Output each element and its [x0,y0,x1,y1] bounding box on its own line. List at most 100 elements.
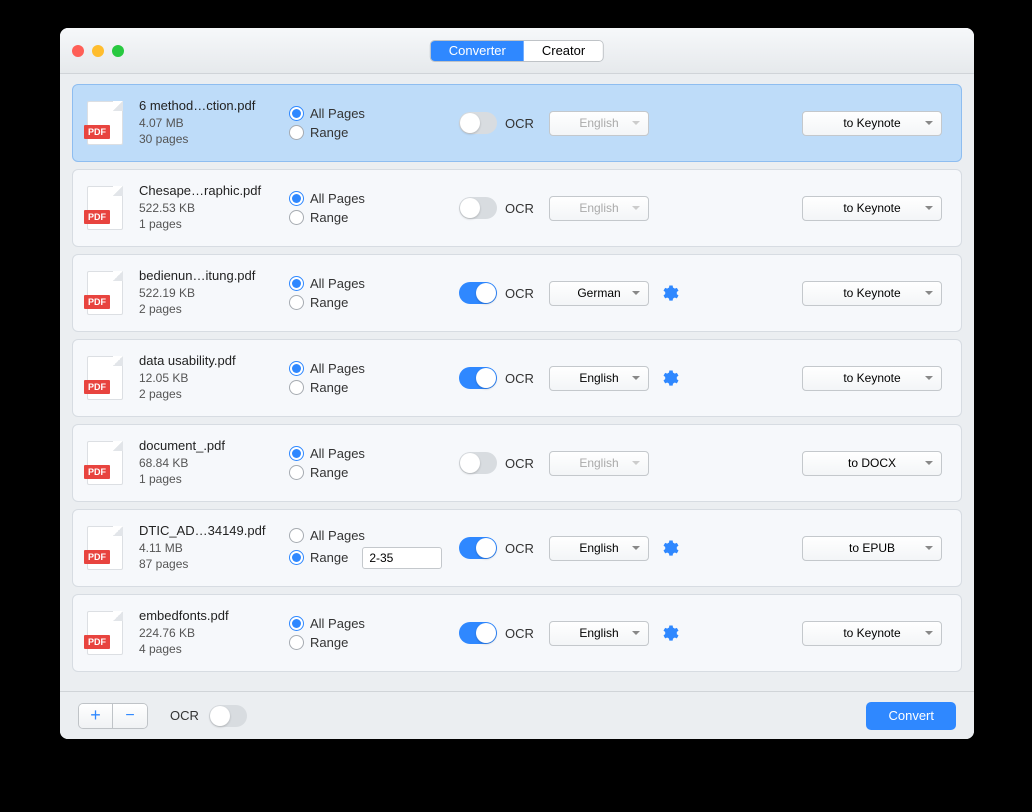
ocr-label: OCR [505,456,534,471]
pdf-badge: PDF [84,635,110,649]
pdf-badge: PDF [84,550,110,564]
table-row[interactable]: PDFembedfonts.pdf224.76 KB4 pagesAll Pag… [72,594,962,672]
format-select[interactable]: to Keynote [802,111,942,136]
format-select[interactable]: to Keynote [802,196,942,221]
radio-all-pages[interactable]: All Pages [289,361,459,376]
language-select[interactable]: German [549,281,649,306]
file-info: data usability.pdf 12.05 KB 2 pages [139,353,289,403]
footer-ocr-group: OCR [170,705,247,727]
pdf-badge: PDF [84,465,110,479]
range-input[interactable] [362,547,442,569]
pdf-badge: PDF [84,125,110,139]
maximize-icon[interactable] [112,45,124,57]
radio-range[interactable]: Range [289,125,459,140]
ocr-toggle[interactable] [459,367,497,389]
table-row[interactable]: PDFdocument_.pdf68.84 KB1 pagesAll Pages… [72,424,962,502]
format-group: to Keynote [802,281,947,306]
file-info: 6 method…ction.pdf4.07 MB30 pages [139,98,289,148]
pages-options: All Pages Range [289,272,459,314]
file-name: Chesape…raphic.pdf [139,183,289,198]
convert-button[interactable]: Convert [866,702,956,730]
gear-icon[interactable] [659,538,679,558]
footer-ocr-toggle[interactable] [209,705,247,727]
radio-range[interactable]: Range [289,210,459,225]
ocr-toggle[interactable] [459,452,497,474]
language-select[interactable]: English [549,536,649,561]
ocr-toggle[interactable] [459,197,497,219]
radio-range[interactable]: Range [289,465,459,480]
tab-converter[interactable]: Converter [431,41,524,61]
format-group: to Keynote [802,196,947,221]
table-row[interactable]: PDF DTIC_AD…34149.pdf4.11 MB87 pagesAll P… [72,509,962,587]
gear-icon[interactable] [659,283,679,303]
table-row[interactable]: PDF 6 method…ction.pdf4.07 MB30 pagesAll … [72,84,962,162]
file-name: data usability.pdf [139,353,289,368]
minimize-icon[interactable] [92,45,104,57]
app-window: Converter Creator PDF 6 method…ction.pdf4… [60,28,974,739]
titlebar: Converter Creator [60,28,974,74]
window-controls [72,45,124,57]
radio-all-pages[interactable]: All Pages [289,528,459,543]
table-row[interactable]: PDF bedienun…itung.pdf522.19 KB2 pagesAll… [72,254,962,332]
format-select[interactable]: to DOCX [802,451,942,476]
ocr-group: OCR [459,197,549,219]
file-name: document_.pdf [139,438,289,453]
format-select[interactable]: to Keynote [802,366,942,391]
table-row[interactable]: PDF data usability.pdf 12.05 KB 2 pagesAll … [72,339,962,417]
format-select[interactable]: to Keynote [802,621,942,646]
footer-ocr-label: OCR [170,708,199,723]
file-pages: 2 pages [139,387,289,401]
ocr-label: OCR [505,626,534,641]
close-icon[interactable] [72,45,84,57]
language-select[interactable]: English [549,366,649,391]
pdf-badge: PDF [84,210,110,224]
gear-icon[interactable] [659,368,679,388]
radio-all-pages[interactable]: All Pages [289,446,459,461]
gear-icon[interactable] [659,623,679,643]
pages-options: All Pages Range [289,357,459,399]
ocr-label: OCR [505,201,534,216]
ocr-toggle[interactable] [459,112,497,134]
radio-range[interactable]: Range [289,635,459,650]
pdf-badge: PDF [84,380,110,394]
pdf-file-icon: PDF [87,186,123,230]
remove-button[interactable]: − [113,704,147,728]
radio-all-pages[interactable]: All Pages [289,191,459,206]
format-group: to Keynote [802,621,947,646]
ocr-group: OCR [459,537,549,559]
format-group: to EPUB [802,536,947,561]
radio-range[interactable]: Range [289,547,459,569]
format-group: to Keynote [802,111,947,136]
file-info: DTIC_AD…34149.pdf4.11 MB87 pages [139,523,289,573]
file-pages: 1 pages [139,217,289,231]
radio-all-pages[interactable]: All Pages [289,106,459,121]
add-button[interactable]: + [79,704,113,728]
format-select[interactable]: to Keynote [802,281,942,306]
file-info: Chesape…raphic.pdf522.53 KB1 pages [139,183,289,233]
pages-options: All Pages Range [289,187,459,229]
file-size: 12.05 KB [139,371,289,385]
language-select[interactable]: English [549,621,649,646]
tab-creator[interactable]: Creator [524,41,603,61]
radio-range[interactable]: Range [289,380,459,395]
radio-all-pages[interactable]: All Pages [289,616,459,631]
table-row[interactable]: PDF Chesape…raphic.pdf522.53 KB1 pagesAll… [72,169,962,247]
file-name: bedienun…itung.pdf [139,268,289,283]
format-select[interactable]: to EPUB [802,536,942,561]
radio-range[interactable]: Range [289,295,459,310]
pdf-file-icon: PDF [87,441,123,485]
ocr-group: OCR [459,282,549,304]
file-list[interactable]: PDF6 method…ction.pdf4.07 MB30 pagesAll … [60,74,974,691]
pdf-file-icon: PDF [87,271,123,315]
language-group: English [549,536,699,561]
ocr-label: OCR [505,116,534,131]
pdf-file-icon: PDF [87,526,123,570]
radio-all-pages[interactable]: All Pages [289,276,459,291]
file-pages: 4 pages [139,642,289,656]
ocr-toggle[interactable] [459,537,497,559]
ocr-toggle[interactable] [459,282,497,304]
footer: + − OCR Convert [60,691,974,739]
file-info: bedienun…itung.pdf522.19 KB2 pages [139,268,289,318]
ocr-group: OCR [459,112,549,134]
ocr-toggle[interactable] [459,622,497,644]
